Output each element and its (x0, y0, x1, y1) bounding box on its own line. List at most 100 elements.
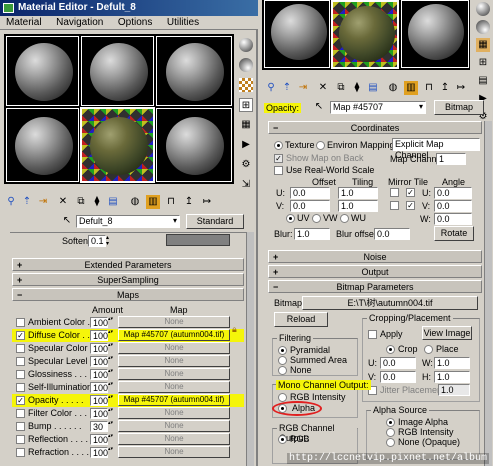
rollout-bitmap-parameters[interactable]: − Bitmap Parameters (268, 280, 482, 293)
map-slot-button[interactable]: None (118, 342, 230, 354)
alpha-rgb-intensity-radio[interactable] (386, 428, 395, 437)
use-real-world-checkbox[interactable] (274, 166, 283, 175)
uv-tiling-icon[interactable]: ⊞ (239, 98, 253, 112)
u-tiling-field[interactable]: 1.0 (338, 187, 378, 199)
assign-to-selection-icon[interactable]: ⇥ (36, 195, 50, 209)
go-forward-sibling-icon[interactable]: ↦ (454, 81, 468, 95)
u-tile-checkbox[interactable]: ✓ (406, 188, 415, 197)
map-name-dropdown-arrow[interactable]: ▾ (416, 102, 426, 113)
material-id-icon[interactable]: ◍ (128, 195, 142, 209)
menu-navigation[interactable]: Navigation (50, 16, 109, 28)
map-amount-spinner[interactable]: ▴▾ (108, 369, 114, 380)
select-by-material-icon[interactable]: ⇲ (239, 178, 253, 192)
sample-slot-2[interactable] (81, 36, 154, 106)
make-unique-icon[interactable]: ⧫ (350, 81, 364, 95)
material-name-dropdown-arrow[interactable]: ▾ (170, 216, 180, 227)
map-amount-field[interactable]: 100 (90, 356, 108, 367)
put-to-scene-icon[interactable]: ⇡ (280, 81, 294, 95)
rollout-supersampling[interactable]: + SuperSampling (12, 273, 244, 286)
assign-to-selection-icon[interactable]: ⇥ (296, 81, 310, 95)
make-unique-icon[interactable]: ⧫ (90, 195, 104, 209)
map-enable-checkbox[interactable] (16, 318, 25, 327)
map-amount-field[interactable]: 100 (90, 343, 108, 354)
map-enable-checkbox[interactable] (16, 357, 25, 366)
map-amount-field[interactable]: 100 (90, 382, 108, 393)
mapping-dropdown[interactable]: Explicit Map Channel (392, 138, 480, 160)
texture-radio[interactable] (274, 141, 283, 150)
map-amount-spinner[interactable]: ▴▾ (108, 408, 114, 419)
left-scrollbar[interactable] (246, 232, 254, 466)
show-map-on-back-checkbox[interactable]: ✓ (274, 154, 283, 163)
go-to-parent-icon[interactable]: ↥ (182, 195, 196, 209)
copy-material-icon[interactable]: ⧉ (334, 81, 348, 95)
sample-slot-1[interactable] (6, 36, 79, 106)
map-name-field[interactable]: Map #45707 (330, 101, 426, 114)
alpha-radio[interactable] (278, 404, 287, 413)
map-amount-spinner[interactable]: ▴▾ (108, 343, 114, 354)
w-angle-field[interactable]: 0.0 (434, 213, 472, 225)
show-end-result-icon[interactable]: ⊓ (164, 195, 178, 209)
map-slot-button[interactable]: None (118, 368, 230, 380)
v-mirror-checkbox[interactable] (390, 201, 399, 210)
crop-u-field[interactable]: 0.0 (380, 357, 416, 369)
sample-slot-r3[interactable] (401, 0, 469, 68)
material-name-field[interactable]: Defult_8 (76, 215, 180, 228)
summed-area-radio[interactable] (278, 356, 287, 365)
image-alpha-radio[interactable] (386, 418, 395, 427)
map-slot-button[interactable]: None (118, 407, 230, 419)
map-amount-field[interactable]: 100 (90, 447, 108, 458)
map-amount-spinner[interactable]: ▴▾ (108, 330, 114, 341)
map-amount-spinner[interactable]: ▴▾ (108, 317, 114, 328)
map-enable-checkbox[interactable] (16, 422, 25, 431)
background-checker-icon[interactable]: ▦ (476, 38, 490, 52)
jitter-field[interactable]: 1.0 (438, 384, 470, 396)
map-amount-spinner[interactable]: ▴▾ (108, 421, 114, 432)
go-forward-sibling-icon[interactable]: ↦ (200, 195, 214, 209)
video-color-check-icon[interactable]: ▦ (239, 118, 253, 132)
map-amount-field[interactable]: 100 (90, 395, 108, 406)
get-material-icon[interactable]: ⚲ (4, 195, 18, 209)
rollout-coordinates[interactable]: − Coordinates (268, 121, 482, 134)
rollout-output[interactable]: + Output (268, 265, 482, 278)
map-amount-field[interactable]: 100 (90, 408, 108, 419)
v-tiling-field[interactable]: 1.0 (338, 200, 378, 212)
sample-slot-4[interactable] (6, 108, 79, 182)
map-amount-field[interactable]: 100 (90, 369, 108, 380)
lock-icon[interactable]: 🔒︎ (232, 324, 237, 335)
map-enable-checkbox[interactable]: ✓ (16, 396, 25, 405)
filter-none-radio[interactable] (278, 366, 287, 375)
menu-options[interactable]: Options (112, 16, 158, 28)
copy-material-icon[interactable]: ⧉ (74, 195, 88, 209)
u-mirror-checkbox[interactable] (390, 188, 399, 197)
sample-slot-selected[interactable] (80, 107, 155, 183)
sample-type-icon[interactable] (239, 38, 253, 52)
sample-slot-6[interactable] (156, 108, 232, 182)
map-slot-button[interactable]: Map #45707 (autumn004.tif) (118, 394, 230, 406)
make-preview-icon[interactable]: ▶ (239, 138, 253, 152)
show-end-result-icon[interactable]: ⊓ (422, 81, 436, 95)
vw-radio[interactable] (312, 214, 321, 223)
sample-slot-r1[interactable] (264, 0, 330, 68)
map-enable-checkbox[interactable] (16, 370, 25, 379)
uv-tiling-icon[interactable]: ⊞ (476, 56, 490, 70)
u-offset-field[interactable]: 0.0 (290, 187, 330, 199)
rotate-button[interactable]: Rotate (434, 226, 474, 241)
soften-field[interactable]: 0.1 (88, 235, 106, 247)
map-amount-field[interactable]: 100 (90, 434, 108, 445)
map-amount-field[interactable]: 100 (90, 330, 108, 341)
reset-map-icon[interactable]: ✕ (316, 81, 330, 95)
put-to-library-icon[interactable]: ▤ (106, 195, 120, 209)
get-material-icon[interactable]: ⚲ (264, 81, 278, 95)
go-to-parent-icon[interactable]: ↥ (438, 81, 452, 95)
crop-h-field[interactable]: 1.0 (434, 371, 470, 383)
crop-radio[interactable] (386, 345, 395, 354)
map-amount-spinner[interactable]: ▴▾ (108, 382, 114, 393)
map-slot-button[interactable]: None (118, 420, 230, 432)
map-slot-button[interactable]: None (118, 355, 230, 367)
map-enable-checkbox[interactable]: ✓ (16, 331, 25, 340)
menu-material[interactable]: Material (0, 16, 48, 28)
pick-material-icon[interactable]: ↖ (60, 214, 74, 228)
u-angle-field[interactable]: 0.0 (434, 187, 472, 199)
map-enable-checkbox[interactable] (16, 409, 25, 418)
map-slot-button[interactable]: None (118, 381, 230, 393)
